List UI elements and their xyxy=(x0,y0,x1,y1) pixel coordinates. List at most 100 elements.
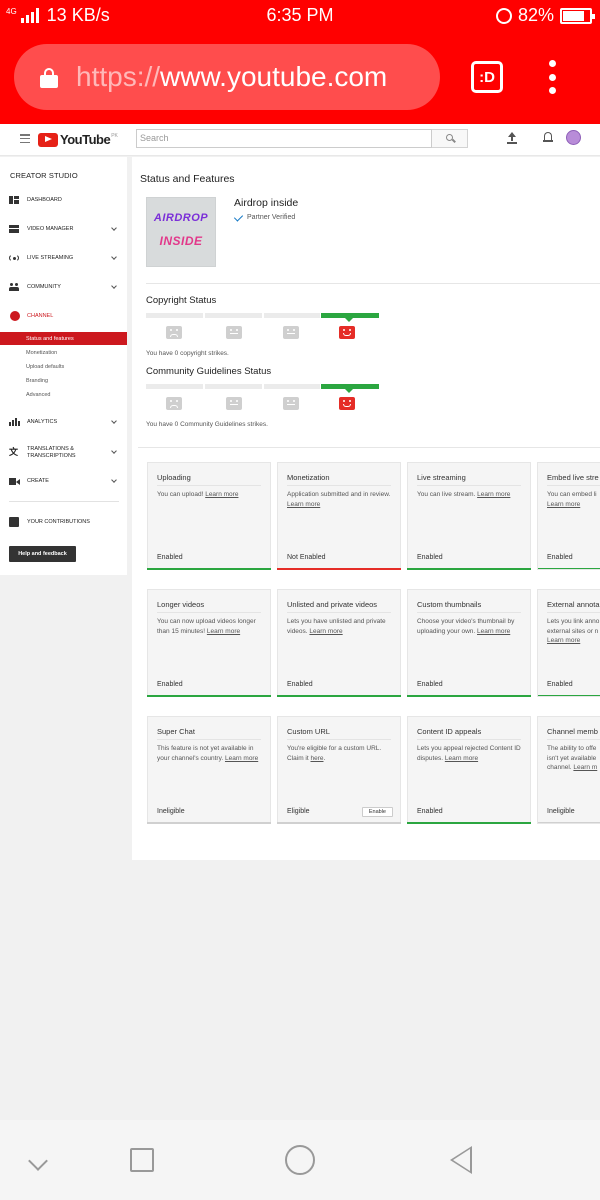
status-label: Enabled xyxy=(157,554,183,561)
status-bar-green xyxy=(407,568,531,570)
sad-face-icon xyxy=(166,397,182,410)
status-bar-green xyxy=(147,695,271,697)
analytics-icon xyxy=(9,418,20,426)
copyright-strike-meter xyxy=(146,313,379,322)
learn-more-link[interactable]: Learn more xyxy=(477,628,510,635)
thumbnail-text-2: INSIDE xyxy=(159,234,203,248)
status-label: Eligible xyxy=(287,808,310,815)
feature-card-monetization[interactable]: Monetization Application submitted and i… xyxy=(277,462,401,570)
sad-face-icon xyxy=(166,326,182,339)
search-button[interactable] xyxy=(432,129,468,148)
learn-more-link[interactable]: Learn more xyxy=(205,491,238,498)
browser-toolbar: https://www.youtube.com :D xyxy=(0,32,600,124)
feature-card-content-id-appeals[interactable]: Content ID appeals Lets you appeal rejec… xyxy=(407,716,531,824)
neutral-face-icon xyxy=(226,397,242,410)
chevron-down-icon xyxy=(111,283,117,289)
happy-face-icon xyxy=(339,397,355,410)
sidebar-item-your-contributions[interactable]: YOUR CONTRIBUTIONS xyxy=(0,515,127,529)
sidebar-item-community[interactable]: COMMUNITY xyxy=(0,280,127,294)
status-label: Enabled xyxy=(547,681,573,688)
happy-face-icon xyxy=(339,326,355,339)
neutral-face-icon xyxy=(283,326,299,339)
home-icon[interactable] xyxy=(285,1145,315,1175)
hide-keyboard-chevron-icon[interactable] xyxy=(28,1151,48,1171)
sidebar-subitem-upload-defaults[interactable]: Upload defaults xyxy=(0,360,127,373)
sidebar-item-dashboard[interactable]: DASHBOARD xyxy=(0,193,127,207)
notifications-bell-icon[interactable] xyxy=(543,131,553,143)
feature-card-unlisted-private[interactable]: Unlisted and private videos Lets you hav… xyxy=(277,589,401,697)
feature-card-custom-url[interactable]: Custom URL You're eligible for a custom … xyxy=(277,716,401,824)
status-label: Enabled xyxy=(417,554,443,561)
learn-more-link[interactable]: Learn more xyxy=(225,755,258,762)
thumbnail-text-1: AIRDROP xyxy=(153,212,209,224)
status-bar-green xyxy=(538,568,600,569)
youtube-logo[interactable]: YouTube PK xyxy=(38,132,118,147)
learn-more-link[interactable]: Learn more xyxy=(477,491,510,498)
status-bar-green xyxy=(407,695,531,697)
learn-more-link[interactable]: Learn more xyxy=(287,501,320,508)
status-label: Enabled xyxy=(157,681,183,688)
community-status-text: You have 0 Community Guidelines strikes. xyxy=(146,421,268,428)
feature-card-longer-videos[interactable]: Longer videos You can now upload videos … xyxy=(147,589,271,697)
address-bar[interactable]: https://www.youtube.com xyxy=(14,44,440,110)
chevron-down-icon xyxy=(111,448,117,454)
recent-apps-icon[interactable] xyxy=(130,1148,154,1172)
help-and-feedback-button[interactable]: Help and feedback xyxy=(9,546,76,562)
feature-card-super-chat[interactable]: Super Chat This feature is not yet avail… xyxy=(147,716,271,824)
checkmark-icon xyxy=(233,211,244,222)
learn-more-link[interactable]: Learn more xyxy=(547,501,580,508)
url-scheme: https:// xyxy=(76,61,161,92)
hamburger-menu-icon[interactable] xyxy=(20,134,30,143)
status-label: Ineligible xyxy=(547,808,575,815)
feature-card-external-annotations[interactable]: External annota Lets you link anno exter… xyxy=(537,589,600,697)
search-input[interactable]: Search xyxy=(136,129,432,148)
battery-percent: 82% xyxy=(517,5,554,25)
enable-custom-url-button[interactable]: Enable xyxy=(361,807,393,817)
tab-switcher-button[interactable]: :D xyxy=(471,61,503,93)
feature-card-uploading[interactable]: Uploading You can upload! Learn more Ena… xyxy=(147,462,271,570)
learn-more-link[interactable]: Learn more xyxy=(309,628,342,635)
chevron-down-icon xyxy=(111,418,117,424)
sidebar-item-live-streaming[interactable]: LIVE STREAMING xyxy=(0,251,127,265)
learn-more-link[interactable]: Learn more xyxy=(207,628,240,635)
country-code: PK xyxy=(111,132,118,139)
sidebar-item-translations[interactable]: 文 TRANSLATIONS & TRANSCRIPTIONS xyxy=(0,442,127,462)
learn-more-link[interactable]: Learn more xyxy=(547,637,580,644)
browser-menu-icon[interactable] xyxy=(548,60,556,94)
neutral-face-icon xyxy=(226,326,242,339)
sidebar-subitem-monetization[interactable]: Monetization xyxy=(0,346,127,359)
dashboard-icon xyxy=(9,196,19,204)
feature-card-embed-live-stream[interactable]: Embed live stre You can embed li Learn mo… xyxy=(537,462,600,570)
battery-icon xyxy=(560,7,595,24)
feature-card-live-streaming[interactable]: Live streaming You can live stream. Lear… xyxy=(407,462,531,570)
learn-more-link[interactable]: Learn more xyxy=(445,755,478,762)
sidebar-item-channel[interactable]: CHANNEL xyxy=(0,309,127,323)
contributions-icon xyxy=(9,517,19,527)
channel-name: Airdrop inside xyxy=(234,197,299,209)
claim-here-link[interactable]: here xyxy=(310,755,323,762)
sidebar-item-analytics[interactable]: ANALYTICS xyxy=(0,415,127,429)
upload-icon[interactable] xyxy=(507,132,517,144)
lock-icon xyxy=(40,68,58,88)
community-guidelines-title: Community Guidelines Status xyxy=(146,366,272,377)
status-bar-red xyxy=(277,568,401,570)
sidebar-item-video-manager[interactable]: VIDEO MANAGER xyxy=(0,222,127,236)
status-bar-gray xyxy=(277,822,401,824)
learn-more-link[interactable]: Learn m xyxy=(573,764,597,771)
sidebar-item-create[interactable]: CREATE xyxy=(0,474,127,488)
divider xyxy=(138,447,600,448)
sidebar-heading: CREATOR STUDIO xyxy=(10,171,78,180)
system-navigation-bar xyxy=(0,1120,600,1200)
sidebar-subitem-status-and-features[interactable]: Status and features xyxy=(0,332,127,345)
avatar[interactable] xyxy=(566,130,581,145)
status-label: Enabled xyxy=(547,554,573,561)
sidebar-subitem-advanced[interactable]: Advanced xyxy=(0,388,127,401)
back-icon[interactable] xyxy=(450,1146,472,1174)
feature-card-custom-thumbnails[interactable]: Custom thumbnails Choose your video's th… xyxy=(407,589,531,697)
status-bar: 4G 13 KB/s 6:35 PM 82% xyxy=(0,0,600,32)
status-bar-green xyxy=(538,695,600,696)
sidebar-subitem-branding[interactable]: Branding xyxy=(0,374,127,387)
clock: 6:35 PM xyxy=(266,5,334,25)
feature-card-channel-memberships[interactable]: Channel memb The ability to offe isn't y… xyxy=(537,716,600,824)
create-icon xyxy=(9,477,20,485)
